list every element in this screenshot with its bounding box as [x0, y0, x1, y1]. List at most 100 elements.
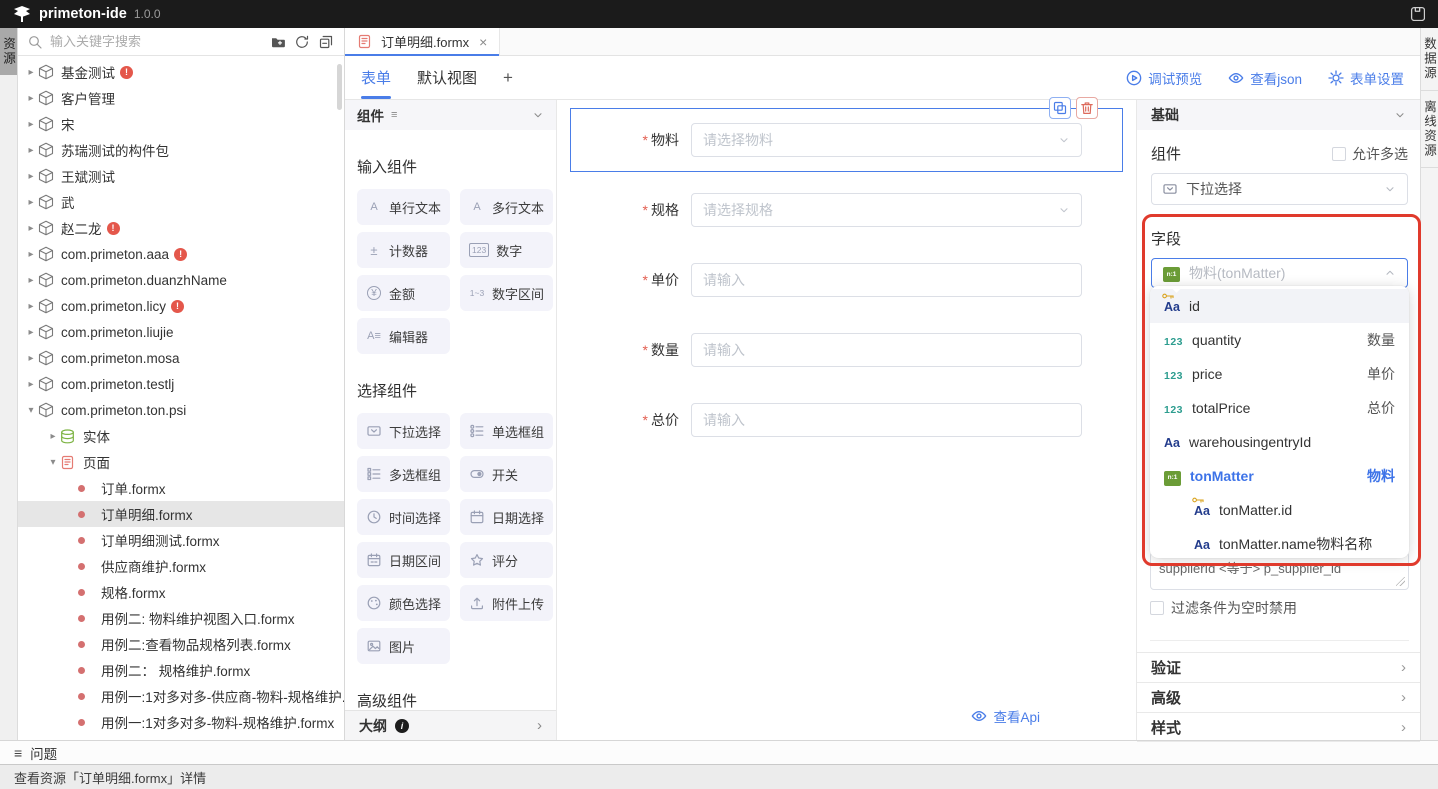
tree-item[interactable]: ▸ 宋 [18, 111, 344, 137]
palette-item[interactable]: 评分 [460, 542, 553, 578]
palette-item[interactable]: 下拉选择 [357, 413, 450, 449]
props-collapsed-section[interactable]: 样式 › [1137, 712, 1420, 742]
field-control[interactable]: 请输入 [691, 333, 1082, 367]
toolbar-action-button[interactable]: 查看json [1228, 68, 1302, 88]
sidebar-tab-resources[interactable]: 资源 [0, 28, 17, 75]
dropdown-option[interactable]: Aa tonMatter.name物料名称 [1150, 527, 1409, 558]
palette-item[interactable]: A 单行文本 [357, 189, 450, 225]
view-tab[interactable]: 默认视图 [417, 56, 477, 99]
toolbar-action-button[interactable]: 表单设置 [1328, 68, 1404, 88]
dropdown-option[interactable]: 123 price 单价 [1150, 357, 1409, 391]
tree-item[interactable]: ▸ com.primeton.aaa [18, 241, 344, 267]
palette-item[interactable]: 颜色选择 [357, 585, 450, 621]
field-control[interactable]: 请选择物料 [691, 123, 1082, 157]
expand-arrow-icon[interactable]: ▾ [46, 457, 60, 468]
tree-item[interactable]: ▸ com.primeton.liujie [18, 319, 344, 345]
form-field-row[interactable]: *规格 请选择规格 [570, 178, 1123, 242]
tree-item[interactable]: 订单明细测试.formx [18, 527, 344, 553]
props-section-basic[interactable]: 基础 [1137, 100, 1420, 130]
form-field-row[interactable]: *数量 请输入 [570, 318, 1123, 382]
palette-item[interactable]: 1~3 数字区间 [460, 275, 553, 311]
expand-arrow-icon[interactable]: ▸ [24, 197, 38, 208]
close-tab-icon[interactable]: × [479, 34, 487, 50]
problems-bar[interactable]: ≡ 问题 [0, 740, 1438, 764]
field-control[interactable]: 请输入 [691, 263, 1082, 297]
delete-field-button[interactable] [1076, 97, 1098, 119]
expand-arrow-icon[interactable]: ▸ [46, 431, 60, 442]
palette-item[interactable]: 日期区间 [357, 542, 450, 578]
field-control[interactable]: 请输入 [691, 403, 1082, 437]
tree-item[interactable]: 订单明细.formx [18, 501, 344, 527]
tree-item[interactable]: ▸ 武 [18, 189, 344, 215]
filter-disable-checkbox[interactable]: 过滤条件为空时禁用 [1150, 598, 1297, 618]
dropdown-option[interactable]: Aa id [1150, 289, 1409, 323]
tree-item[interactable]: 规格.formx [18, 579, 344, 605]
tree-item[interactable]: 用例一:1对多对多-物料-规格维护.formx [18, 709, 344, 735]
palette-item[interactable]: 日期选择 [460, 499, 553, 535]
tree-item[interactable]: ▾ 页面 [18, 449, 344, 475]
expand-arrow-icon[interactable]: ▸ [24, 301, 38, 312]
tree-item[interactable]: ▸ com.primeton.duanzhName [18, 267, 344, 293]
dropdown-option[interactable]: Aa tonMatter.id [1150, 493, 1409, 527]
expand-arrow-icon[interactable]: ▸ [24, 119, 38, 130]
palette-item[interactable]: 附件上传 [460, 585, 553, 621]
form-field-row[interactable]: *物料 请选择物料 [570, 108, 1123, 172]
palette-item[interactable]: 多选框组 [357, 456, 450, 492]
form-field-row[interactable]: *总价 请输入 [570, 388, 1123, 452]
palette-item[interactable]: A 多行文本 [460, 189, 553, 225]
expand-arrow-icon[interactable]: ▾ [24, 405, 38, 416]
palette-item[interactable]: 开关 [460, 456, 553, 492]
tree-item[interactable]: 订单.formx [18, 475, 344, 501]
tree-item[interactable]: ▸ com.primeton.licy [18, 293, 344, 319]
dropdown-option[interactable]: n:1 tonMatter 物料 [1150, 459, 1409, 493]
view-tab[interactable]: 表单 [361, 56, 391, 99]
checkbox-icon[interactable] [1332, 147, 1346, 161]
sidebar-tab-datasource[interactable]: 数据源 [1421, 28, 1438, 91]
tree-item[interactable]: ▾ com.primeton.ton.psi [18, 397, 344, 423]
expand-arrow-icon[interactable]: ▸ [24, 379, 38, 390]
tree-item[interactable]: ▸ 客户管理 [18, 85, 344, 111]
tree-item[interactable]: 供应商维护.formx [18, 553, 344, 579]
expand-arrow-icon[interactable]: ▸ [24, 353, 38, 364]
tree-scrollbar[interactable] [337, 64, 342, 110]
expand-arrow-icon[interactable]: ▸ [24, 249, 38, 260]
palette-item[interactable]: 图片 [357, 628, 450, 664]
expand-arrow-icon[interactable]: ▸ [24, 275, 38, 286]
expand-arrow-icon[interactable]: ▸ [24, 171, 38, 182]
form-field-row[interactable]: *单价 请输入 [570, 248, 1123, 312]
tree-item[interactable]: 用例一:1对多对多-供应商-物料-规格维护.formx [18, 683, 344, 709]
props-collapsed-section[interactable]: 验证 › [1137, 652, 1420, 682]
dropdown-option[interactable]: 123 totalPrice 总价 [1150, 391, 1409, 425]
outline-bar[interactable]: 大纲 i › [345, 710, 556, 740]
tree-item[interactable]: ▸ 王斌测试 [18, 163, 344, 189]
new-folder-icon[interactable] [270, 34, 286, 50]
tree-item[interactable]: 用例二： 规格维护.formx [18, 657, 344, 683]
view-tab[interactable]: + [503, 56, 513, 99]
expand-arrow-icon[interactable]: ▸ [24, 223, 38, 234]
tree-item[interactable]: ▸ 实体 [18, 423, 344, 449]
checkbox-icon[interactable] [1150, 601, 1164, 615]
field-control[interactable]: 请选择规格 [691, 193, 1082, 227]
field-select[interactable]: n:1 物料(tonMatter) [1151, 258, 1408, 288]
tree-item[interactable]: ▸ com.primeton.testlj [18, 371, 344, 397]
palette-item[interactable]: 时间选择 [357, 499, 450, 535]
search-input[interactable] [50, 34, 262, 49]
tree-item[interactable]: ▸ 苏瑞测试的构件包 [18, 137, 344, 163]
props-collapsed-section[interactable]: 高级 › [1137, 682, 1420, 712]
palette-item[interactable]: 单选框组 [460, 413, 553, 449]
palette-item[interactable]: A≡ 编辑器 [357, 318, 450, 354]
toolbar-action-button[interactable]: 调试预览 [1126, 68, 1202, 88]
palette-item[interactable]: ± 计数器 [357, 232, 450, 268]
palette-header[interactable]: 组件 ≡ [345, 100, 556, 130]
expand-arrow-icon[interactable]: ▸ [24, 93, 38, 104]
expand-arrow-icon[interactable]: ▸ [24, 327, 38, 338]
editor-tab[interactable]: 订单明细.formx × [345, 28, 500, 55]
save-layout-icon[interactable] [1410, 6, 1426, 22]
tree-item[interactable]: ▸ 赵二龙 [18, 215, 344, 241]
component-type-select[interactable]: 下拉选择 [1151, 173, 1408, 205]
tree-item[interactable]: 用例二: 物料维护视图入口.formx [18, 605, 344, 631]
view-api-link[interactable]: 查看Api [971, 706, 1040, 726]
palette-item[interactable]: ¥ 金额 [357, 275, 450, 311]
collapse-all-icon[interactable] [318, 34, 334, 50]
tree-item[interactable]: 用例二:查看物品规格列表.formx [18, 631, 344, 657]
